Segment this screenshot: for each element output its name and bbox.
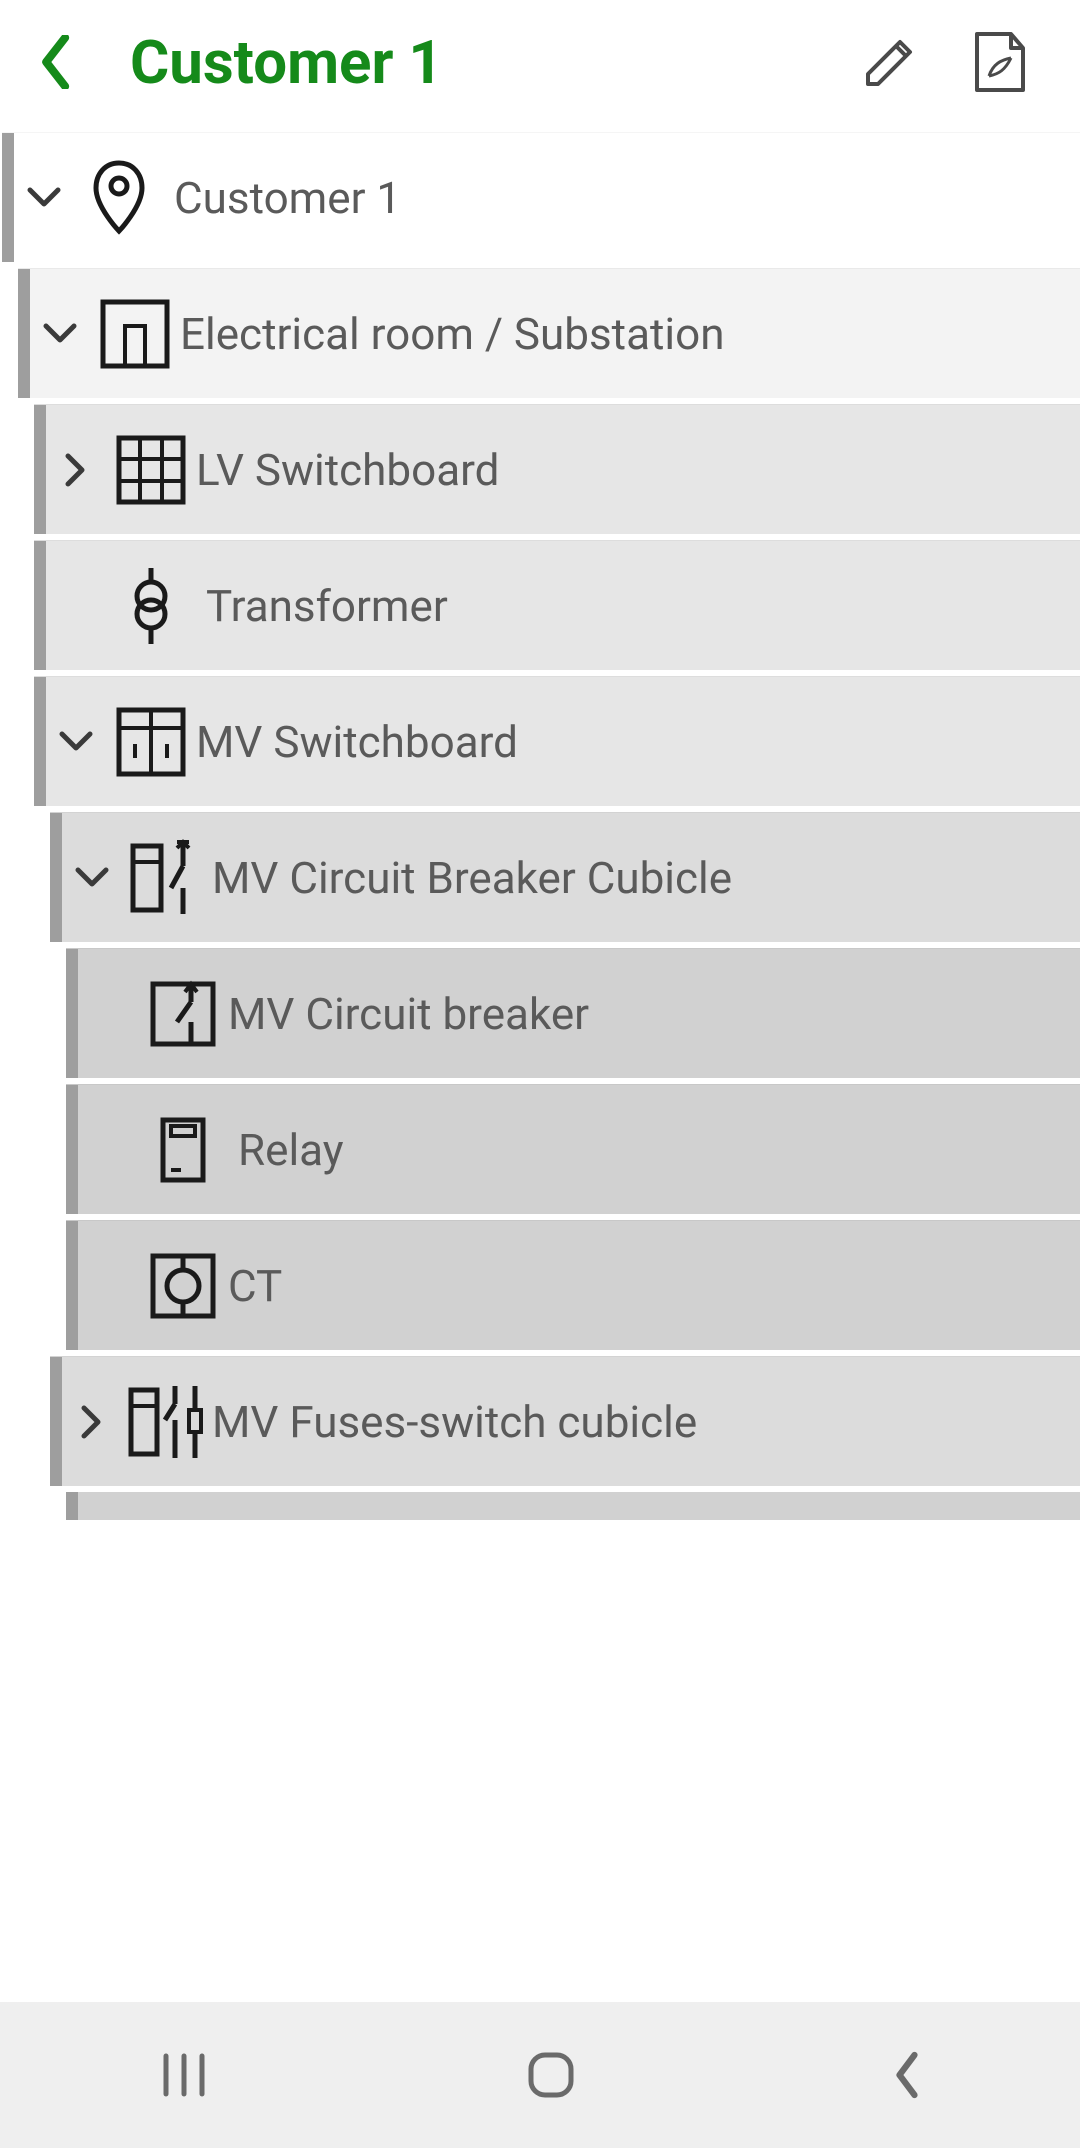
chevron-down-icon (26, 186, 62, 210)
fuse-switch-cubicle-icon (122, 1382, 212, 1462)
ct-icon (138, 1250, 228, 1322)
circuit-breaker-icon (138, 978, 228, 1050)
tree-node-label: Relay (238, 1124, 344, 1176)
android-nav-bar (0, 2002, 1080, 2148)
tree-node-label: CT (228, 1260, 282, 1312)
tree-node-transformer[interactable]: Transformer (34, 540, 1080, 670)
expand-toggle[interactable] (62, 1404, 122, 1440)
location-pin-icon (74, 159, 164, 237)
mv-switchboard-icon (106, 704, 196, 780)
transformer-icon (106, 566, 196, 646)
chevron-down-icon (58, 730, 94, 754)
back-button[interactable] (40, 35, 100, 89)
page-title: Customer 1 (130, 27, 443, 98)
tree-node-label: Electrical room / Substation (180, 308, 725, 360)
back-nav-button[interactable] (890, 2050, 924, 2100)
home-button[interactable] (525, 2049, 577, 2101)
lv-switchboard-icon (106, 432, 196, 508)
pencil-icon (858, 30, 922, 94)
expand-toggle[interactable] (14, 186, 74, 210)
chevron-right-icon (64, 452, 88, 488)
relay-icon (138, 1114, 228, 1186)
tree-node-label: LV Switchboard (196, 444, 499, 496)
tree-node-relay[interactable]: Relay (66, 1084, 1080, 1214)
tree-node-ct[interactable]: CT (66, 1220, 1080, 1350)
recents-button[interactable] (156, 2052, 212, 2098)
tree-node-label: Customer 1 (174, 172, 401, 224)
tree-node-lv-switchboard[interactable]: LV Switchboard (34, 404, 1080, 534)
tree-node-electrical-room[interactable]: Electrical room / Substation (18, 268, 1080, 398)
tree-node-label: MV Switchboard (196, 716, 518, 768)
tree-node-mv-fuses-switch-cubicle[interactable]: MV Fuses-switch cubicle (50, 1356, 1080, 1486)
pdf-file-icon (971, 30, 1029, 94)
expand-toggle[interactable] (46, 730, 106, 754)
expand-toggle[interactable] (46, 452, 106, 488)
tree-node-mv-cb-cubicle[interactable]: MV Circuit Breaker Cubicle (50, 812, 1080, 942)
mv-cubicle-icon (122, 838, 212, 918)
expand-toggle[interactable] (30, 322, 90, 346)
expand-toggle[interactable] (62, 866, 122, 890)
tree-node-label: MV Circuit breaker (228, 988, 589, 1040)
chevron-down-icon (74, 866, 110, 890)
export-pdf-button[interactable] (960, 30, 1040, 94)
room-icon (90, 296, 180, 372)
chevron-right-icon (80, 1404, 104, 1440)
tree-node-mv-switchboard[interactable]: MV Switchboard (34, 676, 1080, 806)
chevron-down-icon (42, 322, 78, 346)
tree-node-partial[interactable] (66, 1492, 1080, 1520)
tree-node-label: Transformer (206, 580, 448, 632)
app-header: Customer 1 (0, 0, 1080, 124)
tree-node-customer[interactable]: Customer 1 (2, 132, 1080, 262)
tree-node-mv-circuit-breaker[interactable]: MV Circuit breaker (66, 948, 1080, 1078)
edit-button[interactable] (850, 30, 930, 94)
tree-node-label: MV Circuit Breaker Cubicle (212, 852, 732, 904)
tree-node-label: MV Fuses-switch cubicle (212, 1396, 697, 1448)
asset-tree: Customer 1 Electrical room / Substation (0, 124, 1080, 1520)
